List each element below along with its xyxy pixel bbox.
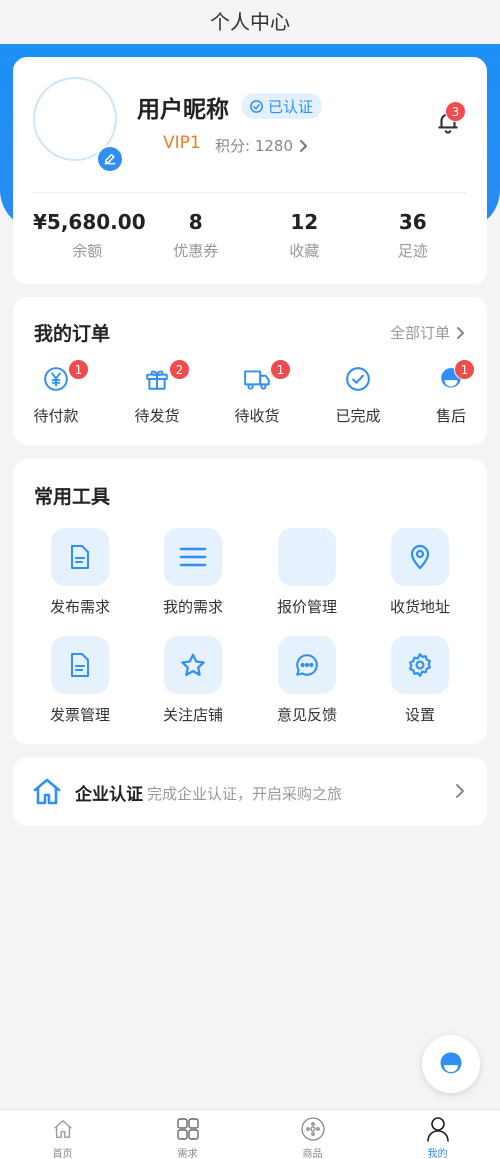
tool-feedback[interactable]: 意见反馈 [262, 636, 352, 725]
tools-card: 常用工具 发布需求 我的需求 报价管理 收货地址 发票管理 关注店铺 意见反馈 … [13, 459, 487, 744]
customer-service-icon [440, 1052, 462, 1074]
check-circle-icon [346, 367, 370, 391]
order-pending-shipment[interactable]: 2 待发货 [122, 359, 192, 426]
tab-demand[interactable]: 需求 [125, 1110, 250, 1159]
order-badge: 1 [454, 359, 475, 380]
chevron-right-icon [300, 139, 307, 152]
tool-invoice-management[interactable]: 发票管理 [35, 636, 125, 725]
tool-quote-management[interactable]: 报价管理 [262, 528, 352, 617]
stat-label: 余额 [72, 242, 103, 260]
order-completed[interactable]: 已完成 [323, 365, 393, 426]
gear-icon [409, 653, 431, 677]
document-icon [71, 545, 89, 569]
notification-badge: 3 [445, 101, 466, 122]
tool-label: 意见反馈 [276, 706, 337, 724]
stat-label: 足迹 [397, 242, 428, 260]
verified-label: 已认证 [268, 97, 314, 116]
list-icon [179, 547, 207, 567]
tool-label: 报价管理 [276, 598, 337, 616]
tab-label: 商品 [302, 1149, 323, 1159]
enterprise-verification-banner[interactable]: 企业认证 完成企业认证，开启采购之旅 [13, 757, 487, 826]
product-icon [300, 1117, 325, 1141]
orders-title: 我的订单 [34, 323, 111, 345]
order-label: 售后 [435, 407, 466, 425]
tool-my-demand[interactable]: 我的需求 [148, 528, 238, 617]
home-icon [33, 778, 61, 805]
truck-icon [244, 370, 270, 390]
location-pin-icon [410, 544, 430, 570]
enterprise-description: 完成企业认证，开启采购之旅 [147, 785, 343, 803]
verified-badge: 已认证 [241, 93, 323, 119]
user-icon [426, 1117, 449, 1142]
order-pending-payment[interactable]: 1 待付款 [21, 359, 91, 426]
order-label: 已完成 [335, 407, 381, 425]
customer-service-button[interactable] [422, 1035, 480, 1093]
all-orders-label: 全部订单 [389, 324, 450, 342]
stat-footprints[interactable]: 36 足迹 [359, 210, 468, 261]
points-label: 积分: 1280 [215, 137, 293, 155]
tab-label: 需求 [177, 1149, 198, 1159]
tool-shipping-address[interactable]: 收货地址 [375, 528, 465, 617]
home-icon [53, 1120, 72, 1138]
stat-label: 收藏 [289, 242, 320, 260]
tool-publish-demand[interactable]: 发布需求 [35, 528, 125, 617]
order-label: 待发货 [134, 407, 180, 425]
vip-level: VIP1 [163, 133, 201, 153]
tools-title: 常用工具 [34, 486, 111, 508]
yuan-coin-icon [44, 367, 68, 391]
divider [33, 192, 467, 193]
order-badge: 1 [270, 359, 291, 380]
stat-coupons[interactable]: 8 优惠券 [142, 210, 251, 261]
enterprise-title: 企业认证 [75, 785, 143, 805]
tool-label: 发布需求 [49, 598, 110, 616]
order-pending-receipt[interactable]: 1 待收货 [222, 359, 292, 426]
check-circle-icon [250, 99, 263, 113]
tool-label: 我的需求 [162, 598, 223, 616]
profile-card: 用户昵称 已认证 VIP1 积分: 1280 3 ¥5,680.00 余额 8 … [13, 57, 487, 284]
page-title: 个人中心 [0, 0, 500, 44]
tab-mine[interactable]: 我的 [375, 1110, 500, 1159]
user-nickname[interactable]: 用户昵称 [137, 90, 229, 124]
chat-bubble-icon [296, 654, 318, 676]
tab-label: 首页 [52, 1149, 73, 1159]
stat-favorites[interactable]: 12 收藏 [250, 210, 359, 261]
all-orders-link[interactable]: 全部订单 [390, 322, 465, 343]
orders-card: 我的订单 全部订单 1 待付款 2 待发货 1 待收货 已完成 1 售后 [13, 297, 487, 445]
tab-home[interactable]: 首页 [0, 1110, 125, 1159]
stats-row: ¥5,680.00 余额 8 优惠券 12 收藏 36 足迹 [33, 210, 467, 261]
star-icon [181, 653, 205, 676]
tab-label: 我的 [427, 1149, 448, 1159]
tool-followed-stores[interactable]: 关注店铺 [148, 636, 238, 725]
order-badge: 1 [68, 359, 89, 380]
stat-value: 36 [398, 210, 427, 234]
order-label: 待收货 [234, 407, 280, 425]
order-after-sales[interactable]: 1 售后 [416, 359, 486, 426]
tab-products[interactable]: 商品 [250, 1110, 375, 1159]
tool-label: 发票管理 [49, 706, 110, 724]
stat-label: 优惠券 [173, 242, 219, 260]
tool-label: 收货地址 [389, 598, 450, 616]
tool-label: 设置 [404, 706, 435, 724]
stat-value: ¥5,680.00 [33, 210, 146, 234]
chevron-right-icon [457, 326, 464, 339]
stat-value: 12 [290, 210, 319, 234]
stat-value: 8 [188, 210, 203, 234]
edit-avatar-button[interactable] [96, 145, 124, 173]
grid-icon [176, 1118, 199, 1140]
chevron-right-icon [456, 784, 464, 798]
tool-label: 关注店铺 [162, 706, 223, 724]
bottom-tab-bar: 首页 需求 商品 我的 [0, 1109, 500, 1159]
stat-balance[interactable]: ¥5,680.00 余额 [33, 210, 146, 261]
order-label: 待付款 [33, 407, 79, 425]
invoice-icon [71, 653, 89, 677]
order-badge: 2 [169, 359, 190, 380]
points-link[interactable]: 积分: 1280 [215, 135, 308, 156]
gift-icon [146, 370, 168, 390]
pencil-icon [104, 153, 116, 165]
tool-settings[interactable]: 设置 [375, 636, 465, 725]
